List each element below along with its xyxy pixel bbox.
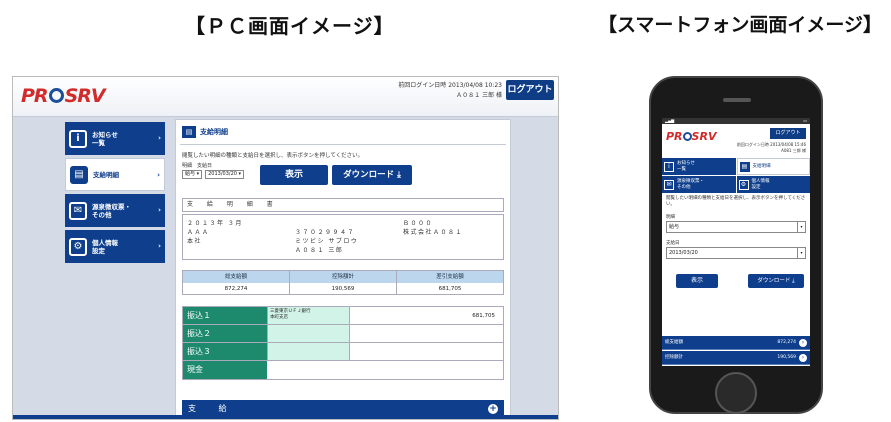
settings-icon: ⚙ [738, 179, 749, 190]
table-row: 振込２ [183, 325, 503, 343]
home-button[interactable] [715, 372, 757, 414]
slip-employee: ３７０２９９４７ ミツビシ サブロウ Ａ０８１ 三郎 [295, 229, 359, 254]
smartphone-screen: ▂▄▆ ▭ PR SRV ログアウト 前回ログイン日時 2013/04/08 15:… [662, 118, 810, 366]
plus-icon: + [488, 404, 498, 414]
total-deductions: 控除額計 190,569 [290, 271, 397, 294]
info-icon: i [69, 129, 87, 148]
chevron-right-icon: › [799, 354, 807, 362]
total-gross-row[interactable]: 総支給額 872,274 › [662, 336, 810, 350]
chevron-down-icon: ▾ [797, 248, 805, 258]
table-row: 振込１ 三菱東京ＵＦＪ銀行 本町支店 681,705 [183, 307, 503, 325]
logout-button[interactable]: ログアウト [770, 128, 806, 139]
menu-item-personal-settings[interactable]: ⚙ 個人情報 設定 [736, 176, 810, 193]
table-row: 現金 [183, 361, 503, 379]
menu-label: 源泉徴収票・ その他 [92, 202, 131, 219]
chevron-right-icon: › [799, 339, 807, 347]
menu-item-pay-statement[interactable]: ▤ 支給明細 [736, 158, 810, 175]
select-row: 給与 ▾ 2013/03/20 ▾ [182, 170, 245, 179]
total-deductions-row[interactable]: 控除額計 190,569 › [662, 351, 810, 365]
section-title: ▤ 支給明細 [182, 126, 228, 138]
chevron-right-icon: › [158, 206, 161, 214]
menu-item-personal-settings[interactable]: ⚙ 個人情報 設定 › [65, 230, 165, 263]
slip-company: Ｂ０００ 株式会社Ａ０８１ [403, 220, 464, 236]
side-menu: i お知らせ 一覧 ▤ 支給明細 ✉ 源泉徴収票・ その他 ⚙ 個人情報 設定 [662, 158, 810, 193]
show-button[interactable]: 表示 [260, 165, 328, 185]
download-icon: ⤓ [792, 278, 795, 284]
settings-icon: ⚙ [69, 237, 87, 256]
select-labels: 明細 支給日 [182, 163, 213, 169]
signal-icon: ▂▄▆ [665, 118, 675, 123]
menu-item-notices[interactable]: i お知らせ 一覧 › [65, 122, 165, 155]
pc-caption: 【ＰＣ画面イメージ】 [185, 14, 395, 38]
pay-statement-panel: ▤ 支給明細 閲覧したい明細の種類と支給日を選択し、表示ボタンを押してください。… [175, 119, 511, 419]
divider [180, 144, 506, 145]
total-gross: 総支給額 872,274 [183, 271, 290, 294]
transfer-table: 振込１ 三菱東京ＵＦＪ銀行 本町支店 681,705 振込２ 振込３ 現金 [182, 306, 504, 380]
instruction-text: 閲覧したい明細の種類と支給日を選択し、表示ボタンを押してください。 [182, 153, 364, 159]
menu-label: 支給明細 [93, 170, 119, 179]
user-name: A081 三郎 様 [781, 148, 806, 153]
statement-icon: ▤ [182, 126, 196, 138]
menu-item-withholding[interactable]: ✉ 源泉徴収票・ その他 [662, 176, 736, 193]
withholding-icon: ✉ [69, 201, 87, 220]
status-bar: ▂▄▆ ▭ [662, 118, 810, 124]
withholding-icon: ✉ [664, 179, 674, 190]
statement-kind-select[interactable]: 給与 ▾ [182, 170, 203, 179]
statement-icon: ▤ [70, 165, 88, 184]
chevron-right-icon: › [158, 134, 161, 142]
show-button[interactable]: 表示 [676, 274, 718, 288]
footer-bar [13, 415, 558, 419]
chevron-right-icon: › [157, 171, 160, 179]
date-label: 支給日 [666, 241, 680, 246]
chevron-right-icon: › [158, 242, 161, 250]
totals-table: 総支給額 872,274 控除額計 190,569 差引支給額 681,705 [182, 270, 504, 295]
prosrv-logo: PR SRV [21, 85, 106, 107]
side-menu: i お知らせ 一覧 › ▤ 支給明細 › ✉ 源泉徴収票・ その他 › ⚙ 個人… [65, 122, 165, 266]
chevron-down-icon: ▾ [797, 222, 805, 232]
battery-icon: ▭ [803, 118, 807, 123]
instruction-text: 閲覧したい明細の種類と支給日を選択し、表示ボタンを押してください。 [666, 196, 806, 207]
menu-item-pay-statement[interactable]: ▤ 支給明細 › [65, 158, 165, 191]
pay-date-select[interactable]: 2013/03/20 ▾ [205, 170, 245, 179]
download-icon: ⤓ [397, 170, 401, 180]
menu-label: お知らせ 一覧 [92, 130, 118, 147]
slip-body: ２０１３年 ３月 ＡＡＡ 本社 ３７０２９９４７ ミツビシ サブロウ Ａ０８１ … [182, 214, 504, 260]
pay-date-select[interactable]: 2013/03/20 ▾ [666, 247, 806, 259]
menu-item-notices[interactable]: i お知らせ 一覧 [662, 158, 736, 175]
total-net: 差引支給額 681,705 [397, 271, 503, 294]
info-icon: i [664, 161, 674, 172]
download-button[interactable]: ダウンロード ⤓ [332, 165, 412, 185]
last-login-info: 前回ログイン日時 2013/04/08 10:23 Ａ０８１ 三郎 様 [398, 82, 502, 99]
speaker [723, 98, 751, 102]
statement-icon: ▤ [739, 161, 750, 172]
statement-kind-select[interactable]: 給与 ▾ [666, 221, 806, 233]
menu-label: 個人情報 設定 [92, 238, 118, 255]
menu-item-withholding[interactable]: ✉ 源泉徴収票・ その他 › [65, 194, 165, 227]
slip-heading: 支 給 明 細 書 [182, 198, 504, 212]
smartphone-frame: ▂▄▆ ▭ PR SRV ログアウト 前回ログイン日時 2013/04/08 15:… [649, 76, 823, 414]
user-name: Ａ０８１ 三郎 様 [456, 92, 502, 99]
download-button[interactable]: ダウンロード ⤓ [748, 274, 804, 288]
prosrv-logo: PR SRV [666, 130, 717, 143]
smartphone-caption: 【スマートフォン画面イメージ】 [598, 14, 883, 36]
pc-header: PR SRV 前回ログイン日時 2013/04/08 10:23 Ａ０８１ 三郎 … [13, 77, 558, 117]
kind-label: 明細 [666, 215, 675, 220]
pc-screen: PR SRV 前回ログイン日時 2013/04/08 10:23 Ａ０８１ 三郎 … [12, 76, 559, 420]
last-login-info: 前回ログイン日時 2013/04/08 15:46 A081 三郎 様 [736, 142, 806, 153]
table-row: 振込３ [183, 343, 503, 361]
slip-left: ２０１３年 ３月 ＡＡＡ 本社 [187, 220, 243, 245]
logout-button[interactable]: ログアウト [506, 80, 554, 100]
